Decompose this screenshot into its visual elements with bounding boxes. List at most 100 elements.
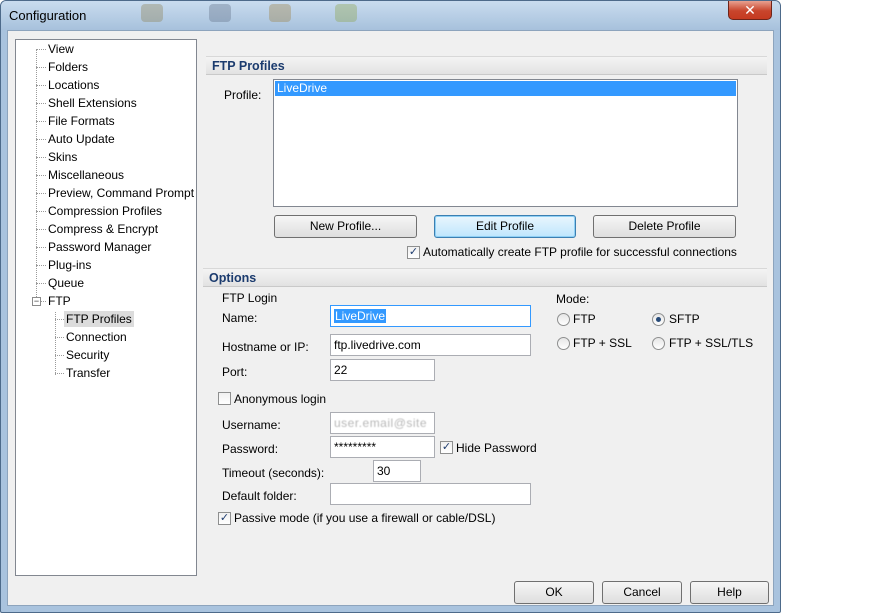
category-tree[interactable]: View Folders Locations Shell Extensions File…: [15, 39, 197, 576]
new-profile-button-label: New Profile...: [309, 219, 382, 233]
tree-item-ftp-profiles[interactable]: FTP Profiles: [64, 311, 134, 327]
mode-ftp-radio[interactable]: [557, 313, 570, 326]
auto-create-label: Automatically create FTP profile for suc…: [423, 245, 737, 259]
tree-connector: [36, 211, 46, 212]
tree-item-compression-profiles[interactable]: Compression Profiles: [46, 203, 164, 219]
delete-profile-button-label: Delete Profile: [628, 219, 701, 233]
taskbar-ghost-icon: [141, 4, 163, 22]
cancel-button-label: Cancel: [623, 585, 661, 599]
help-button-label: Help: [717, 585, 742, 599]
port-input-value: 22: [334, 363, 348, 377]
hide-password-label: Hide Password: [456, 441, 537, 455]
tree-item-miscellaneous[interactable]: Miscellaneous: [46, 167, 126, 183]
tree-item-transfer[interactable]: Transfer: [64, 365, 112, 381]
ok-button[interactable]: OK: [514, 581, 594, 604]
help-button[interactable]: Help: [690, 581, 769, 604]
default-folder-label: Default folder:: [222, 489, 297, 503]
mode-ftp-ssl-radio[interactable]: [557, 337, 570, 350]
mode-label: Mode:: [556, 292, 590, 306]
password-input[interactable]: *********: [330, 436, 435, 458]
hostname-input[interactable]: ftp.livedrive.com: [330, 334, 531, 356]
checkmark-icon: ✓: [408, 246, 419, 258]
tree-connector: [55, 373, 64, 374]
auto-create-checkbox[interactable]: ✓: [407, 246, 420, 259]
port-label: Port:: [222, 365, 248, 379]
configuration-window: Configuration ✕ View Folders Locations Shel…: [0, 0, 781, 613]
tree-item-ftp[interactable]: FTP: [46, 293, 73, 309]
taskbar-ghost-icon: [269, 4, 291, 22]
cancel-button[interactable]: Cancel: [602, 581, 682, 604]
hide-password-checkbox[interactable]: ✓: [440, 441, 453, 454]
tree-item-preview-command-prompt[interactable]: Preview, Command Prompt: [46, 185, 196, 201]
tree-connector: [36, 229, 46, 230]
profile-list-item[interactable]: LiveDrive: [275, 81, 736, 96]
tree-connector: [36, 157, 46, 158]
password-label: Password:: [222, 442, 279, 456]
name-input-value: LiveDrive: [334, 309, 387, 323]
taskbar-ghost-icon: [209, 4, 231, 22]
tree-item-file-formats[interactable]: File Formats: [46, 113, 117, 129]
tree-item-locations[interactable]: Locations: [46, 77, 101, 93]
window-title: Configuration: [9, 8, 87, 23]
tree-connector: [36, 103, 46, 104]
new-profile-button[interactable]: New Profile...: [274, 215, 417, 238]
tree-connector: [36, 193, 46, 194]
tree-item-queue[interactable]: Queue: [46, 275, 86, 291]
mode-sftp-radio[interactable]: [652, 313, 665, 326]
tree-item-security[interactable]: Security: [64, 347, 111, 363]
dialog-client-area: View Folders Locations Shell Extensions File…: [7, 30, 774, 606]
tree-connector: [36, 49, 46, 50]
tree-item-password-manager[interactable]: Password Manager: [46, 239, 153, 255]
tree-item-shell-extensions[interactable]: Shell Extensions: [46, 95, 139, 111]
mode-ftp-label: FTP: [573, 312, 596, 326]
name-label: Name:: [222, 311, 258, 325]
profile-list[interactable]: LiveDrive: [273, 79, 738, 207]
tree-item-folders[interactable]: Folders: [46, 59, 90, 75]
tree-connector: [36, 283, 46, 284]
tree-connector: [55, 337, 64, 338]
passive-mode-label: Passive mode (if you use a firewall or c…: [234, 511, 496, 525]
name-input[interactable]: LiveDrive: [330, 305, 531, 327]
tree-item-skins[interactable]: Skins: [46, 149, 79, 165]
anonymous-login-checkbox[interactable]: [218, 392, 231, 405]
tree-connector: [36, 247, 46, 248]
username-input-value: user.email@site: [334, 416, 428, 430]
port-input[interactable]: 22: [330, 359, 435, 381]
tree-connector: [55, 319, 64, 320]
ftp-profiles-header: FTP Profiles: [206, 56, 767, 75]
timeout-input-value: 30: [377, 464, 391, 478]
mode-sftp-label: SFTP: [669, 312, 700, 326]
tree-item-auto-update[interactable]: Auto Update: [46, 131, 117, 147]
checkmark-icon: ✓: [219, 512, 230, 524]
title-bar[interactable]: Configuration ✕: [1, 1, 780, 30]
default-folder-input[interactable]: [330, 483, 531, 505]
tree-connector: [55, 355, 64, 356]
tree-connector: [36, 121, 46, 122]
timeout-input[interactable]: 30: [373, 460, 421, 482]
taskbar-ghost-icon: [335, 4, 357, 22]
edit-profile-button[interactable]: Edit Profile: [434, 215, 576, 238]
passive-mode-checkbox[interactable]: ✓: [218, 512, 231, 525]
hostname-input-value: ftp.livedrive.com: [334, 338, 421, 352]
delete-profile-button[interactable]: Delete Profile: [593, 215, 736, 238]
radio-selected-icon: [656, 317, 661, 322]
tree-connector: [36, 265, 46, 266]
mode-ftp-ssl-label: FTP + SSL: [573, 336, 632, 350]
tree-item-view[interactable]: View: [46, 41, 76, 57]
close-button[interactable]: ✕: [728, 1, 772, 20]
mode-ftp-ssl-tls-radio[interactable]: [652, 337, 665, 350]
username-label: Username:: [222, 418, 281, 432]
tree-connector: [36, 85, 46, 86]
tree-connector: [36, 175, 46, 176]
options-header: Options: [203, 268, 767, 287]
tree-item-connection[interactable]: Connection: [64, 329, 129, 345]
hostname-label: Hostname or IP:: [222, 340, 309, 354]
profile-label: Profile:: [224, 88, 262, 102]
tree-item-plug-ins[interactable]: Plug-ins: [46, 257, 93, 273]
tree-item-compress-encrypt[interactable]: Compress & Encrypt: [46, 221, 160, 237]
collapse-icon[interactable]: −: [32, 297, 41, 306]
ok-button-label: OK: [545, 585, 563, 599]
mode-ftp-ssl-tls-label: FTP + SSL/TLS: [669, 336, 754, 350]
username-input[interactable]: user.email@site: [330, 412, 435, 434]
close-icon: ✕: [744, 2, 756, 18]
